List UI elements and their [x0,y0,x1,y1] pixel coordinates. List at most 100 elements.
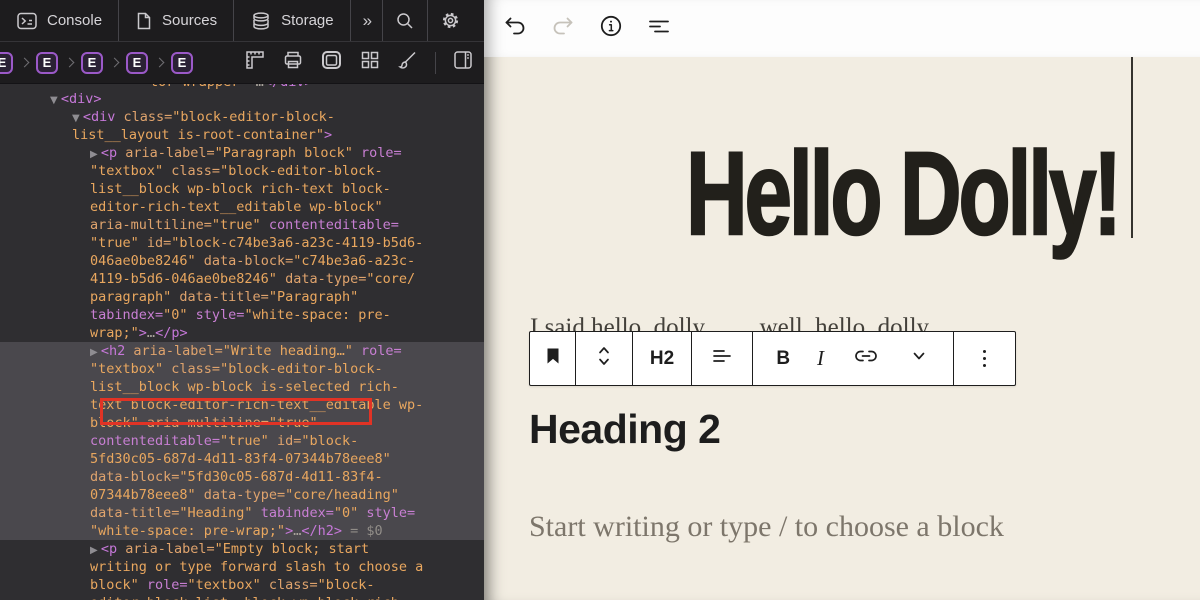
dom-line[interactable]: list__block wp-block rich-text block- [0,180,484,198]
redo-button[interactable] [550,16,576,42]
code-token: aria-label= [125,145,214,161]
tab-console[interactable]: Console [0,0,119,41]
redo-icon [550,14,576,43]
tab-storage[interactable]: Storage [234,0,351,41]
devtools-tab-bar: Console Sources Storage » [0,0,484,42]
dom-line[interactable]: 07344b78eee8" data-type="core/heading" [0,486,484,504]
dom-line[interactable]: wrap;">…</p> [0,324,484,342]
sidebar-toggle-icon[interactable] [452,49,474,76]
code-token: "block-editor-block- [172,109,335,125]
breadcrumb-element-badge[interactable]: E [126,52,148,74]
dom-line[interactable]: editor-rich-text__editable wp-block" [0,198,484,216]
code-token: <p [101,541,125,557]
list-view-button[interactable] [646,16,672,42]
post-title-text: Hello Dolly! [686,134,1119,254]
dom-line[interactable]: data-title="Heading" tabindex="0" style= [0,504,484,522]
code-token: 07344b78eee8" [90,487,204,503]
dom-line[interactable]: 4119-b5d6-046ae0be8246" data-type="core/ [0,270,484,288]
more-tabs-button[interactable]: » [351,0,383,41]
console-icon [16,11,38,31]
italic-button[interactable]: I [817,346,824,371]
dom-line[interactable]: paragraph" data-title="Paragraph" [0,288,484,306]
dom-line[interactable]: 046ae0be8246" data-block="c74be3a6-a23c- [0,252,484,270]
code-token: role= [147,577,188,593]
dom-line[interactable]: "textbox" class="block-editor-block- [0,360,484,378]
search-button[interactable] [383,0,428,41]
tab-sources[interactable]: Sources [119,0,234,41]
post-title[interactable]: Hello Dolly! [484,134,1200,254]
inspector-toolbar [244,49,484,76]
dom-line[interactable]: ▶ <h2 aria-label="Write heading…" role= [0,342,484,360]
empty-block-placeholder[interactable]: Start writing or type / to choose a bloc… [529,510,1004,544]
align-button[interactable] [692,332,753,385]
dom-line[interactable]: writing or type forward slash to choose … [0,558,484,576]
code-token: <h2 [101,343,134,359]
breadcrumb-separator-icon [65,58,75,68]
dom-line[interactable]: list__layout is-root-container"> [0,126,484,144]
overflow-chevrons-icon: » [363,11,370,31]
more-formats-button[interactable] [908,345,930,372]
grid-icon[interactable] [359,49,381,76]
breadcrumb-separator-icon [20,58,30,68]
undo-button[interactable] [502,16,528,42]
heading-block[interactable]: Heading 2 [529,406,720,453]
bold-button[interactable]: B [776,348,790,370]
dom-line[interactable]: "true" id="block-c74be3a6-a23c-4119-b5d6… [0,234,484,252]
code-token: data-type= [204,487,285,503]
options-button[interactable] [954,332,1015,385]
code-token: 5fd30c05-687d-4d11-83f4-07344b78eee8" [90,451,391,467]
code-token: > [139,325,147,341]
settings-gear-icon [440,10,461,31]
frame-icon[interactable] [320,49,343,76]
dom-line[interactable]: block" role="textbox" class="block- [0,576,484,594]
breadcrumb-element-badge[interactable]: E [36,52,58,74]
disclosure-arrow-icon: ▶ [90,347,101,358]
undo-icon [502,14,528,43]
code-token: aria-label= [133,343,222,359]
dom-line[interactable]: tor-wrapper" …</div> [0,84,313,91]
code-token: </div> [264,84,313,90]
dom-line[interactable]: "white-space: pre-wrap;">…</h2> = $0 [0,522,484,540]
code-token: data-title= [90,505,179,521]
dom-line[interactable]: 5fd30c05-687d-4d11-83f4-07344b78eee8" [0,450,484,468]
code-token: "true" [220,433,277,449]
list-view-icon [646,14,672,43]
breadcrumb-element-badge[interactable]: E [81,52,103,74]
code-token: list__layout is-root-container" [72,127,324,143]
align-left-icon [709,344,735,373]
code-token: editor-block-list__block wp-block rich [90,595,399,600]
dom-line[interactable]: ▶ <p aria-label="Paragraph block" role= [0,144,484,162]
block-mover-button[interactable] [576,332,633,385]
dom-line[interactable]: list__block wp-block is-selected rich- [0,378,484,396]
breadcrumb-element-badge[interactable]: E [0,52,13,74]
dom-line[interactable]: ▶ <p aria-label="Empty block; start [0,540,484,558]
code-token: aria-label= [125,541,214,557]
link-button[interactable] [851,344,881,373]
code-token: id= [147,235,171,251]
dom-line[interactable]: contenteditable="true" id="block- [0,432,484,450]
print-icon[interactable] [282,49,304,76]
ruler-icon[interactable] [244,49,266,76]
dom-line[interactable]: aria-multiline="true" contenteditable= [0,216,484,234]
code-token: "Heading" [179,505,260,521]
chevron-down-icon [908,354,930,371]
dom-line[interactable]: tabindex="0" style="white-space: pre- [0,306,484,324]
heading-level-button[interactable]: H2 [633,332,692,385]
code-token: class= [171,163,220,179]
toolbar-divider [435,52,436,74]
code-token: style= [196,307,245,323]
dom-line[interactable]: ▼ <div> [0,90,484,108]
dom-line[interactable]: data-block="5fd30c05-687d-4d11-83f4- [0,468,484,486]
breadcrumb: EEEEE [0,52,244,74]
dom-line[interactable]: "textbox" class="block-editor-block- [0,162,484,180]
settings-button[interactable] [428,0,473,41]
dom-line[interactable]: editor-block-list__block wp-block rich [0,594,484,600]
code-token: "textbox" [188,577,269,593]
paintbrush-icon[interactable] [397,49,419,76]
code-token: = $0 [342,523,383,539]
details-button[interactable] [598,16,624,42]
dom-line[interactable]: ▼ <div class="block-editor-block- [0,108,484,126]
block-type-button[interactable] [530,332,576,385]
breadcrumb-element-badge[interactable]: E [171,52,193,74]
code-token: "Empty block; start [215,541,369,557]
